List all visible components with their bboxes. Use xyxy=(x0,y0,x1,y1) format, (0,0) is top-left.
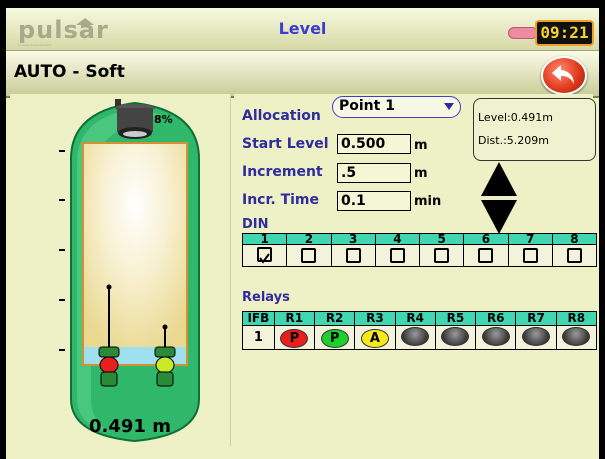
din-checkbox-row xyxy=(241,244,598,267)
din-header: 4 xyxy=(374,233,421,245)
din-cell xyxy=(330,244,376,267)
relay-cell: P xyxy=(273,325,315,350)
level-info-box: Level:0.491m Dist.:5.209m xyxy=(473,98,596,161)
start-level-unit: m xyxy=(414,138,428,153)
relay-indicator[interactable]: A xyxy=(360,329,389,348)
relay-cell xyxy=(555,325,598,350)
relay-cell: P xyxy=(313,325,356,350)
back-button[interactable] xyxy=(541,56,587,95)
level-info-text: Level:0.491m xyxy=(478,111,553,124)
relay-indicator[interactable] xyxy=(522,327,551,346)
din-cell xyxy=(418,244,465,267)
din-checkbox[interactable] xyxy=(522,248,538,263)
relay-cell: A xyxy=(354,325,396,350)
incr-time-field[interactable]: 0.1 xyxy=(337,191,411,211)
increment-field[interactable]: .5 xyxy=(337,163,411,183)
relay-header: R5 xyxy=(434,311,477,326)
relay-indicator[interactable] xyxy=(401,327,430,346)
din-checkbox[interactable] xyxy=(345,248,361,263)
relay-header: R7 xyxy=(515,311,557,326)
din-checkbox[interactable] xyxy=(434,248,450,263)
din-checkbox[interactable] xyxy=(301,248,317,263)
status-indicator xyxy=(508,27,538,39)
increment-unit: m xyxy=(414,166,428,181)
incr-time-unit: min xyxy=(414,194,442,209)
sensor-percent: 8% xyxy=(154,113,173,126)
din-header-row: 1 2 3 4 5 6 7 8 xyxy=(241,233,598,245)
allocation-value: Point 1 xyxy=(339,98,395,114)
relay-header: R8 xyxy=(555,311,598,326)
incr-time-label: Incr. Time xyxy=(242,192,320,208)
relays-row: 1PPA xyxy=(242,325,598,350)
up-down-arrows-icon[interactable] xyxy=(481,162,517,234)
relay-indicator[interactable] xyxy=(441,327,470,346)
relays-header-row: IFB R1 R2 R3 R4 R5 R6 R7 R8 xyxy=(242,311,598,326)
relay-cell xyxy=(434,325,477,350)
dist-info-text: Dist.:5.209m xyxy=(478,134,549,147)
din-header: 1 xyxy=(241,233,288,245)
din-cell xyxy=(463,244,509,267)
relays-label: Relays xyxy=(242,290,290,305)
start-level-label: Start Level xyxy=(242,136,329,152)
din-header: 6 xyxy=(463,233,509,245)
back-arrow-icon xyxy=(552,65,574,84)
din-cell xyxy=(507,244,553,267)
title-bar: pulsar process measurement Level 09:21 xyxy=(6,8,599,51)
relay-header: R1 xyxy=(273,311,315,326)
din-header: 7 xyxy=(507,233,553,245)
down-arrow-icon xyxy=(481,200,517,234)
level-scale-ticks xyxy=(59,150,65,351)
din-cell xyxy=(241,244,288,267)
din-label: DIN xyxy=(242,217,269,232)
din-checkbox[interactable] xyxy=(478,248,494,263)
din-checkbox[interactable] xyxy=(389,248,405,263)
mode-title: AUTO - Soft xyxy=(14,62,125,82)
din-header: 8 xyxy=(551,233,598,245)
relay-header: R2 xyxy=(313,311,356,326)
clock-display: 09:21 xyxy=(535,20,594,46)
relay-indicator[interactable] xyxy=(562,327,591,346)
din-header: 5 xyxy=(418,233,465,245)
relay-header: R6 xyxy=(475,311,517,326)
din-checkbox[interactable] xyxy=(566,248,582,263)
mode-bar: AUTO - Soft xyxy=(6,51,599,98)
checkmark-icon xyxy=(259,253,270,264)
relay-header: R4 xyxy=(394,311,436,326)
din-table: 1 2 3 4 5 6 7 8 xyxy=(241,233,598,267)
din-checkbox[interactable] xyxy=(257,247,273,264)
start-level-field[interactable]: 0.500 xyxy=(337,134,411,154)
tank-diagram xyxy=(59,99,200,443)
level-readout: 0.491 m xyxy=(89,416,171,437)
relay-indicator[interactable]: P xyxy=(280,329,309,348)
chevron-down-icon xyxy=(444,103,454,110)
din-header: 3 xyxy=(330,233,376,245)
relay-indicator[interactable] xyxy=(481,327,510,346)
up-arrow-icon xyxy=(481,162,517,196)
relay-row-label: 1 xyxy=(242,325,275,350)
tank-interior xyxy=(82,142,188,366)
relay-header: R3 xyxy=(354,311,396,326)
relay-cell xyxy=(515,325,557,350)
din-header: 2 xyxy=(286,233,332,245)
din-cell xyxy=(286,244,332,267)
allocation-label: Allocation xyxy=(242,108,321,124)
logo-subtext: process measurement xyxy=(18,43,52,47)
relay-cell xyxy=(394,325,436,350)
increment-label: Increment xyxy=(242,164,323,180)
allocation-select[interactable]: Point 1 xyxy=(332,96,461,118)
relay-header: IFB xyxy=(242,311,275,326)
relay-cell xyxy=(475,325,517,350)
relay-indicator[interactable]: P xyxy=(320,329,349,348)
din-cell xyxy=(551,244,598,267)
din-cell xyxy=(374,244,421,267)
relays-table: IFB R1 R2 R3 R4 R5 R6 R7 R8 1PPA xyxy=(242,311,598,350)
